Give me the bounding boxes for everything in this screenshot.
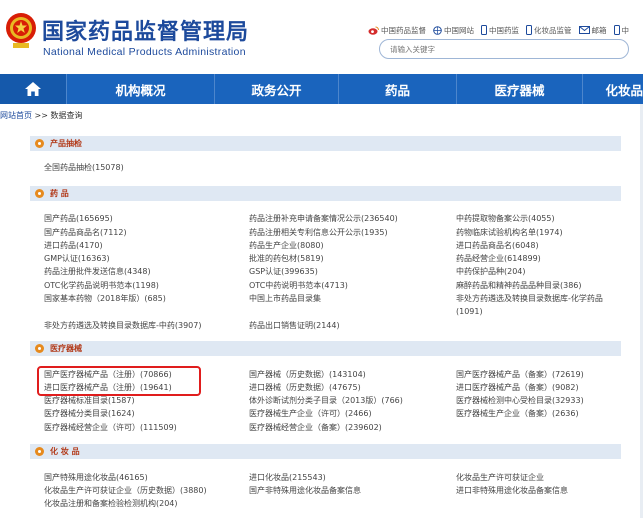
- data-link[interactable]: 医疗器械标准目录(1587): [44, 396, 135, 406]
- toplink-app-drug[interactable]: 中国药监: [481, 25, 519, 36]
- data-link[interactable]: 进口药品商品名(6048): [456, 241, 539, 251]
- section-header-cosmetics: 化 妆 品: [30, 444, 621, 459]
- data-link[interactable]: 国产器械（历史数据）(143104): [249, 370, 366, 380]
- toplink-label: 中: [621, 25, 630, 35]
- section-bullet-icon: [35, 189, 44, 198]
- data-link[interactable]: GMP认证(16363): [44, 254, 110, 264]
- data-link[interactable]: 医疗器械检测中心受检目录(32933): [456, 396, 584, 406]
- data-link[interactable]: GSP认证(399635): [249, 267, 318, 277]
- search-box: [379, 39, 629, 59]
- data-link[interactable]: 进口非特殊用途化妆品备案信息: [456, 486, 568, 496]
- data-link[interactable]: OTC化学药品说明书范本(1198): [44, 281, 159, 291]
- data-link[interactable]: 国产药品(165695): [44, 214, 113, 224]
- site-header: 国家药品监督管理局 National Medical Products Admi…: [0, 0, 643, 74]
- data-link[interactable]: 化妆品生产许可获证企业（历史数据）(3880): [44, 486, 207, 496]
- data-link[interactable]: 国产医疗器械产品（注册）(70866): [44, 370, 172, 380]
- data-link[interactable]: 非处方药遴选及转换目录数据库-化学药品: [456, 294, 603, 304]
- main-nav: 机构概况 政务公开 药品 医疗器械 化妆品: [0, 74, 643, 104]
- toplink-label: 化妆品监管: [534, 25, 572, 35]
- nav-item-medical-devices[interactable]: 医疗器械: [456, 74, 582, 104]
- weibo-icon: [368, 26, 379, 35]
- mobile-icon: [613, 25, 620, 35]
- section-bullet-icon: [35, 344, 44, 353]
- nav-home-button[interactable]: [0, 74, 66, 104]
- data-link[interactable]: 国产非特殊用途化妆品备案信息: [249, 486, 361, 496]
- data-link[interactable]: 医疗器械经营企业（许可）(111509): [44, 423, 177, 433]
- national-emblem-icon: [6, 13, 36, 48]
- toplink-mail[interactable]: 邮箱: [578, 25, 607, 36]
- data-link[interactable]: 进口药品(4170): [44, 241, 103, 251]
- top-links-bar: 中国药品监督 中国网站 中国药监 化妆品监管 邮箱 中: [368, 23, 636, 37]
- data-link[interactable]: OTC中药说明书范本(4713): [249, 281, 348, 291]
- nav-item-cosmetics[interactable]: 化妆品: [582, 74, 643, 104]
- mobile-icon: [481, 25, 487, 35]
- data-link[interactable]: 医疗器械生产企业（许可）(2466): [249, 409, 372, 419]
- search-input[interactable]: [390, 43, 615, 56]
- site-subtitle-en: National Medical Products Administration: [43, 46, 246, 58]
- breadcrumb-current: 数据查询: [50, 111, 83, 120]
- section-title: 医疗器械: [50, 344, 82, 353]
- data-link[interactable]: 中药保护品种(204): [456, 267, 526, 277]
- data-link[interactable]: 药品经营企业(614899): [456, 254, 541, 264]
- mail-icon: [578, 26, 590, 34]
- section-header-drugs: 药 品: [30, 186, 621, 201]
- section-header-sampling: 产品抽检: [30, 136, 621, 151]
- data-link[interactable]: 药品生产企业(8080): [249, 241, 324, 251]
- mobile-icon: [526, 25, 532, 35]
- data-link[interactable]: 医疗器械经营企业（备案）(239602): [249, 423, 382, 433]
- nav-item-drugs[interactable]: 药品: [338, 74, 456, 104]
- toplink-label: 邮箱: [591, 25, 607, 35]
- section-bullet-icon: [35, 139, 44, 148]
- toplink-label: 中国药监: [489, 25, 519, 35]
- data-link[interactable]: 药品注册补充申请备案情况公示(236540): [249, 214, 398, 224]
- data-link[interactable]: 药品注册批件发送信息(4348): [44, 267, 151, 277]
- toplink-label: 中国网站: [444, 25, 474, 35]
- site-title[interactable]: 国家药品监督管理局: [42, 14, 249, 46]
- data-link[interactable]: 国产特殊用途化妆品(46165): [44, 473, 148, 483]
- home-icon: [25, 82, 41, 96]
- nav-item-institution[interactable]: 机构概况: [66, 74, 214, 104]
- data-link[interactable]: 进口医疗器械产品（备案）(9082): [456, 383, 579, 393]
- data-link[interactable]: 医疗器械分类目录(1624): [44, 409, 135, 419]
- data-link[interactable]: 国产医疗器械产品（备案）(72619): [456, 370, 584, 380]
- data-link[interactable]: 进口化妆品(215543): [249, 473, 326, 483]
- data-link[interactable]: 药物临床试验机构名单(1974): [456, 228, 563, 238]
- nav-item-government-affairs[interactable]: 政务公开: [214, 74, 338, 104]
- data-link[interactable]: 化妆品生产许可获证企业: [456, 473, 544, 483]
- data-link[interactable]: 化妆品注册和备案检验检测机构(204): [44, 499, 178, 509]
- data-link[interactable]: 全国药品抽检(15078): [44, 163, 124, 173]
- section-title: 化 妆 品: [50, 447, 80, 456]
- data-link[interactable]: 国产药品商品名(7112): [44, 228, 127, 238]
- data-link[interactable]: 中国上市药品目录集: [249, 294, 321, 304]
- data-link[interactable]: 进口医疗器械产品（注册）(19641): [44, 383, 172, 393]
- data-link[interactable]: 中药提取物备案公示(4055): [456, 214, 555, 224]
- section-header-medical-devices: 医疗器械: [30, 341, 621, 356]
- data-link[interactable]: 体外诊断试剂分类子目录（2013版）(766): [249, 396, 403, 406]
- section-title: 药 品: [50, 189, 69, 198]
- breadcrumb: 网站首页 >> 数据查询: [0, 110, 83, 121]
- data-link[interactable]: 麻醉药品和精神药品品种目录(386): [456, 281, 582, 291]
- toplink-label: 中国药品监督: [381, 25, 426, 35]
- data-link-continued[interactable]: (1091): [456, 307, 483, 317]
- toplink-mobile[interactable]: 中: [613, 25, 630, 36]
- breadcrumb-home-link[interactable]: 网站首页: [0, 111, 32, 120]
- data-link[interactable]: 药品注册相关专利信息公开公示(1935): [249, 228, 388, 238]
- data-link[interactable]: 国家基本药物（2018年版）(685): [44, 294, 166, 304]
- toplink-app-cosmetics[interactable]: 化妆品监管: [526, 25, 572, 36]
- data-link[interactable]: 非处方药遴选及转换目录数据库-中药(3907): [44, 321, 202, 331]
- section-title: 产品抽检: [50, 139, 82, 148]
- section-bullet-icon: [35, 447, 44, 456]
- breadcrumb-separator: >>: [32, 111, 51, 120]
- data-link[interactable]: 批准的药包材(5819): [249, 254, 324, 264]
- data-link[interactable]: 医疗器械生产企业（备案）(2636): [456, 409, 579, 419]
- toplink-weibo[interactable]: 中国药品监督: [368, 25, 426, 36]
- toplink-wechat[interactable]: 中国网站: [433, 25, 474, 36]
- data-link[interactable]: 进口器械（历史数据）(47675): [249, 383, 361, 393]
- data-link[interactable]: 药品出口销售证明(2144): [249, 321, 340, 331]
- globe-icon: [433, 25, 442, 35]
